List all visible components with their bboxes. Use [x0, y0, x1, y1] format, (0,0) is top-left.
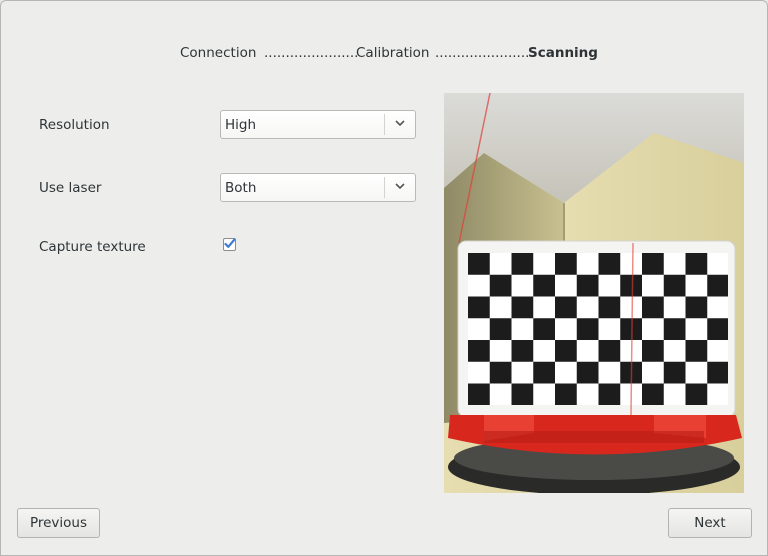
step-progress: Connection ...................... Calibr… — [0, 45, 768, 63]
texture-label: Capture texture — [39, 239, 146, 255]
step-connection: Connection — [180, 45, 257, 61]
step-scanning: Scanning — [528, 45, 598, 61]
resolution-value: High — [225, 117, 257, 133]
chevron-down-icon — [395, 120, 405, 127]
resolution-label: Resolution — [39, 117, 110, 133]
checkmark-icon — [224, 238, 236, 248]
laser-value: Both — [225, 180, 257, 196]
texture-checkbox[interactable] — [223, 238, 236, 251]
camera-frame-image — [444, 93, 744, 493]
combo-separator — [384, 114, 385, 135]
camera-preview — [444, 93, 744, 493]
combo-separator — [384, 177, 385, 198]
step-separator: ...................... — [435, 45, 530, 61]
laser-combo[interactable]: Both — [220, 173, 416, 202]
next-button[interactable]: Next — [668, 508, 752, 538]
resolution-combo[interactable]: High — [220, 110, 416, 139]
step-calibration: Calibration — [356, 45, 430, 61]
previous-button[interactable]: Previous — [17, 508, 100, 538]
laser-label: Use laser — [39, 180, 102, 196]
step-separator: ...................... — [264, 45, 359, 61]
chevron-down-icon — [395, 183, 405, 190]
